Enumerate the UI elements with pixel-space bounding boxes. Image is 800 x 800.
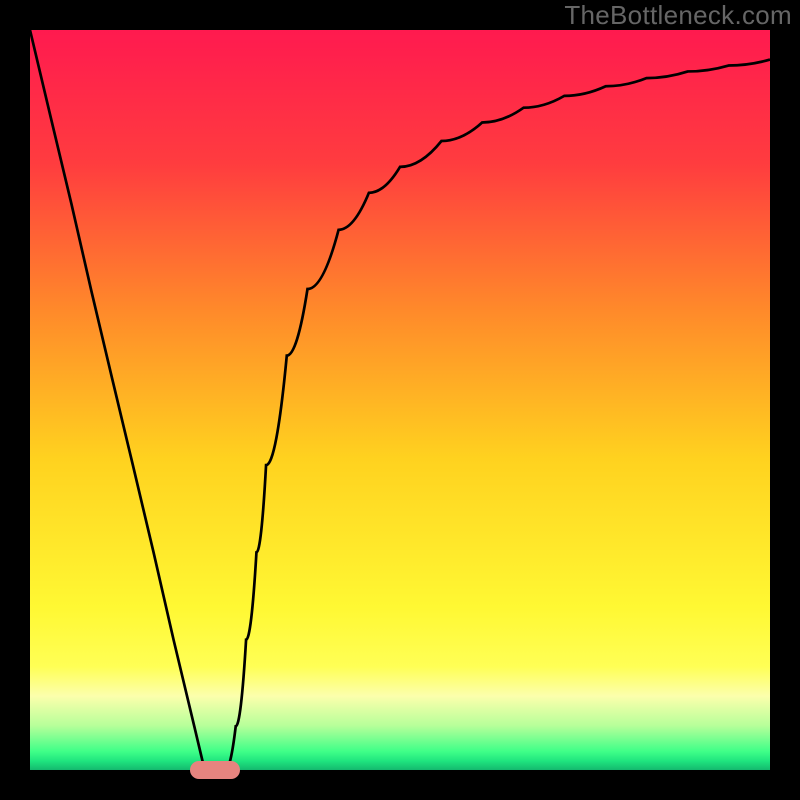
chart-frame: TheBottleneck.com xyxy=(0,0,800,800)
watermark-text: TheBottleneck.com xyxy=(564,0,792,31)
chart-svg xyxy=(0,0,800,800)
plot-background xyxy=(30,30,770,770)
trough-marker xyxy=(190,761,240,779)
